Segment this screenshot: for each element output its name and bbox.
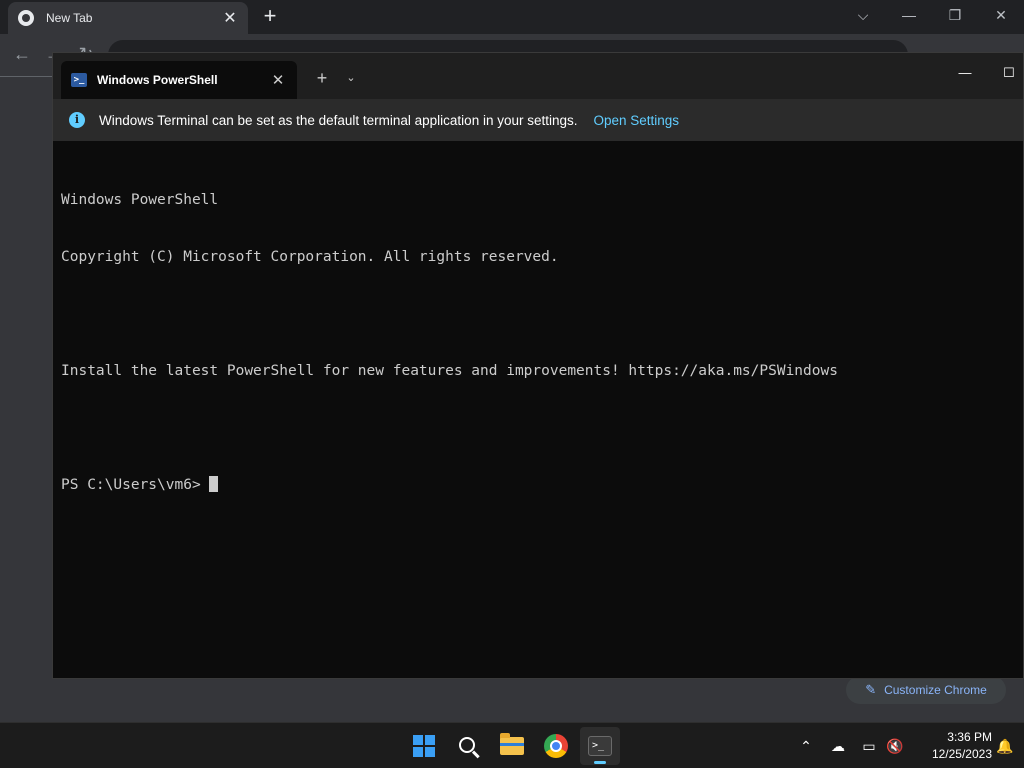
toolbar-divider bbox=[0, 76, 52, 77]
close-tab-icon[interactable]: ✕ bbox=[269, 71, 287, 89]
output-line: Install the latest PowerShell for new fe… bbox=[61, 363, 838, 379]
volume-muted-icon[interactable]: 🔇 bbox=[884, 735, 906, 757]
chrome-tabstrip: New Tab ✕ + ⌵ — ❐ ✕ bbox=[0, 0, 1024, 34]
file-explorer-icon bbox=[500, 733, 524, 755]
chrome-tab-new-tab[interactable]: New Tab ✕ bbox=[8, 2, 248, 34]
minimize-button[interactable]: — bbox=[886, 0, 932, 30]
terminal-icon: >_ bbox=[588, 736, 612, 756]
notifications-icon[interactable]: 🔔 bbox=[994, 735, 1016, 757]
terminal-new-tab-button[interactable]: + bbox=[311, 67, 333, 89]
clock-time: 3:36 PM bbox=[947, 730, 992, 744]
prompt-text: PS C:\Users\vm6> bbox=[61, 477, 210, 493]
terminal-output[interactable]: Windows PowerShell Copyright (C) Microso… bbox=[61, 153, 1011, 533]
terminal-titlebar[interactable]: >_ Windows PowerShell ✕ + ⌄ — ☐ bbox=[53, 53, 1023, 99]
search-button[interactable] bbox=[448, 727, 488, 765]
start-icon bbox=[413, 735, 435, 757]
chrome-tab-title: New Tab bbox=[46, 11, 93, 25]
system-clock[interactable]: 3:36 PM 12/25/2023 bbox=[912, 729, 992, 763]
prompt-line[interactable]: PS C:\Users\vm6> bbox=[61, 476, 1011, 495]
new-tab-button[interactable]: + bbox=[258, 4, 282, 28]
powershell-icon: >_ bbox=[71, 73, 87, 87]
terminal-taskbar-button[interactable]: >_ bbox=[580, 727, 620, 765]
chrome-taskbar-button[interactable] bbox=[536, 727, 576, 765]
banner-message: Windows Terminal can be set as the defau… bbox=[99, 112, 578, 128]
search-icon bbox=[458, 736, 475, 753]
back-icon[interactable]: ← bbox=[10, 42, 34, 66]
display-icon[interactable]: ▭ bbox=[858, 735, 880, 757]
clock-date: 12/25/2023 bbox=[931, 747, 992, 761]
terminal-tab-title: Windows PowerShell bbox=[97, 73, 218, 87]
terminal-tab-powershell[interactable]: >_ Windows PowerShell ✕ bbox=[61, 61, 297, 99]
restore-button[interactable]: ❐ bbox=[932, 0, 978, 30]
tab-search-button[interactable]: ⌵ bbox=[840, 0, 886, 30]
start-button[interactable] bbox=[404, 727, 444, 765]
text-cursor bbox=[209, 476, 219, 492]
terminal-dropdown-button[interactable]: ⌄ bbox=[341, 67, 361, 89]
active-app-indicator bbox=[594, 761, 606, 764]
taskbar: >_ ⌃ ☁ ▭ 🔇 3:36 PM 12/25/2023 🔔 bbox=[0, 722, 1024, 768]
terminal-window: >_ Windows PowerShell ✕ + ⌄ — ☐ i Window… bbox=[52, 52, 1024, 679]
output-line: Copyright (C) Microsoft Corporation. All… bbox=[61, 249, 559, 265]
output-line: Windows PowerShell bbox=[61, 192, 219, 208]
customize-chrome-label: Customize Chrome bbox=[884, 683, 987, 697]
close-button[interactable]: ✕ bbox=[978, 0, 1024, 30]
close-icon[interactable]: ✕ bbox=[222, 8, 238, 28]
file-explorer-button[interactable] bbox=[492, 727, 532, 765]
pencil-icon: ✎ bbox=[865, 682, 877, 697]
onedrive-icon[interactable]: ☁ bbox=[827, 735, 849, 757]
customize-chrome-button[interactable]: ✎ Customize Chrome bbox=[846, 676, 1006, 704]
terminal-minimize-button[interactable]: — bbox=[945, 61, 985, 85]
info-icon: i bbox=[69, 112, 85, 128]
chevron-up-icon[interactable]: ⌃ bbox=[795, 735, 817, 757]
chrome-icon bbox=[18, 10, 34, 26]
default-terminal-banner: i Windows Terminal can be set as the def… bbox=[53, 99, 1023, 141]
open-settings-link[interactable]: Open Settings bbox=[594, 113, 680, 128]
terminal-maximize-button[interactable]: ☐ bbox=[989, 61, 1024, 85]
chrome-icon bbox=[544, 734, 568, 758]
